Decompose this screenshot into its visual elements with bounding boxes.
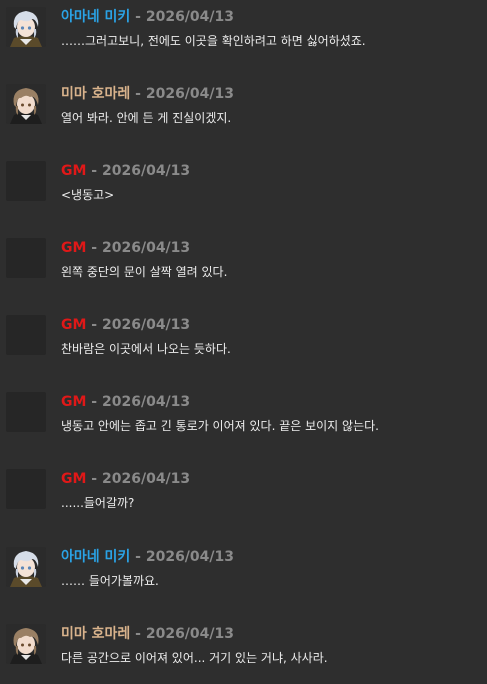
amane-avatar[interactable] xyxy=(6,547,46,587)
message-date: 2026/04/13 xyxy=(102,471,191,487)
speaker-name: GM xyxy=(61,394,87,410)
message-header: 아마네 미키 - 2026/04/13 xyxy=(61,8,234,26)
message-date: 2026/04/13 xyxy=(102,317,191,333)
speaker-name: 미마 호마레 xyxy=(61,86,131,102)
amane-avatar[interactable] xyxy=(6,7,46,47)
chat-message: GM - 2026/04/13 찬바람은 이곳에서 나오는 듯하다. xyxy=(0,308,487,368)
message-header: GM - 2026/04/13 xyxy=(61,316,190,334)
message-text: 냉동고 안에는 좁고 긴 통로가 이어져 있다. 끝은 보이지 않는다. xyxy=(61,419,379,433)
message-date: 2026/04/13 xyxy=(145,626,234,642)
message-text: 열어 봐라. 안에 든 게 진실이겠지. xyxy=(61,111,232,125)
message-text: 왼쪽 중단의 문이 살짝 열려 있다. xyxy=(61,265,228,279)
separator: - xyxy=(86,317,102,333)
homare-avatar[interactable] xyxy=(6,84,46,124)
chat-message: 미마 호마레 - 2026/04/13 열어 봐라. 안에 든 게 진실이겠지. xyxy=(0,77,487,137)
message-date: 2026/04/13 xyxy=(145,86,234,102)
gm-avatar[interactable] xyxy=(6,315,46,355)
gm-avatar[interactable] xyxy=(6,161,46,201)
chat-message: GM - 2026/04/13 ......들어갈까? xyxy=(0,462,487,522)
message-date: 2026/04/13 xyxy=(102,240,191,256)
chat-message: 아마네 미키 - 2026/04/13 …… 들어가볼까요. xyxy=(0,540,487,600)
message-header: GM - 2026/04/13 xyxy=(61,239,190,257)
speaker-name: 아마네 미키 xyxy=(61,549,131,565)
homare-avatar[interactable] xyxy=(6,624,46,664)
chat-message: GM - 2026/04/13 냉동고 안에는 좁고 긴 통로가 이어져 있다.… xyxy=(0,385,487,445)
message-text: ......들어갈까? xyxy=(61,496,135,510)
speaker-name: GM xyxy=(61,240,87,256)
message-text: <냉동고> xyxy=(61,188,115,202)
separator: - xyxy=(130,626,146,642)
separator: - xyxy=(130,9,146,25)
message-header: GM - 2026/04/13 xyxy=(61,470,190,488)
gm-avatar[interactable] xyxy=(6,392,46,432)
separator: - xyxy=(86,163,102,179)
message-date: 2026/04/13 xyxy=(102,394,191,410)
message-header: GM - 2026/04/13 xyxy=(61,393,190,411)
message-text: ……그러고보니, 전에도 이곳을 확인하려고 하면 싫어하셨죠. xyxy=(61,34,366,48)
separator: - xyxy=(130,86,146,102)
speaker-name: GM xyxy=(61,317,87,333)
message-header: 미마 호마레 - 2026/04/13 xyxy=(61,625,234,643)
speaker-name: GM xyxy=(61,471,87,487)
message-date: 2026/04/13 xyxy=(145,549,234,565)
gm-avatar[interactable] xyxy=(6,238,46,278)
separator: - xyxy=(86,394,102,410)
message-text: 찬바람은 이곳에서 나오는 듯하다. xyxy=(61,342,231,356)
separator: - xyxy=(86,240,102,256)
chat-message: GM - 2026/04/13 <냉동고> xyxy=(0,154,487,214)
chat-message: 아마네 미키 - 2026/04/13 ……그러고보니, 전에도 이곳을 확인하… xyxy=(0,0,487,60)
message-text: 다른 공간으로 이어져 있어... 거기 있는 거냐, 사사라. xyxy=(61,651,328,665)
message-header: GM - 2026/04/13 xyxy=(61,162,190,180)
message-text: …… 들어가볼까요. xyxy=(61,574,159,588)
message-header: 미마 호마레 - 2026/04/13 xyxy=(61,85,234,103)
chat-log: 아마네 미키 - 2026/04/13 ……그러고보니, 전에도 이곳을 확인하… xyxy=(0,0,487,684)
speaker-name: 아마네 미키 xyxy=(61,9,131,25)
separator: - xyxy=(86,471,102,487)
chat-message: 미마 호마레 - 2026/04/13 다른 공간으로 이어져 있어... 거기… xyxy=(0,617,487,677)
message-header: 아마네 미키 - 2026/04/13 xyxy=(61,548,234,566)
gm-avatar[interactable] xyxy=(6,469,46,509)
speaker-name: 미마 호마레 xyxy=(61,626,131,642)
chat-message: GM - 2026/04/13 왼쪽 중단의 문이 살짝 열려 있다. xyxy=(0,231,487,291)
message-date: 2026/04/13 xyxy=(102,163,191,179)
message-date: 2026/04/13 xyxy=(145,9,234,25)
speaker-name: GM xyxy=(61,163,87,179)
separator: - xyxy=(130,549,146,565)
